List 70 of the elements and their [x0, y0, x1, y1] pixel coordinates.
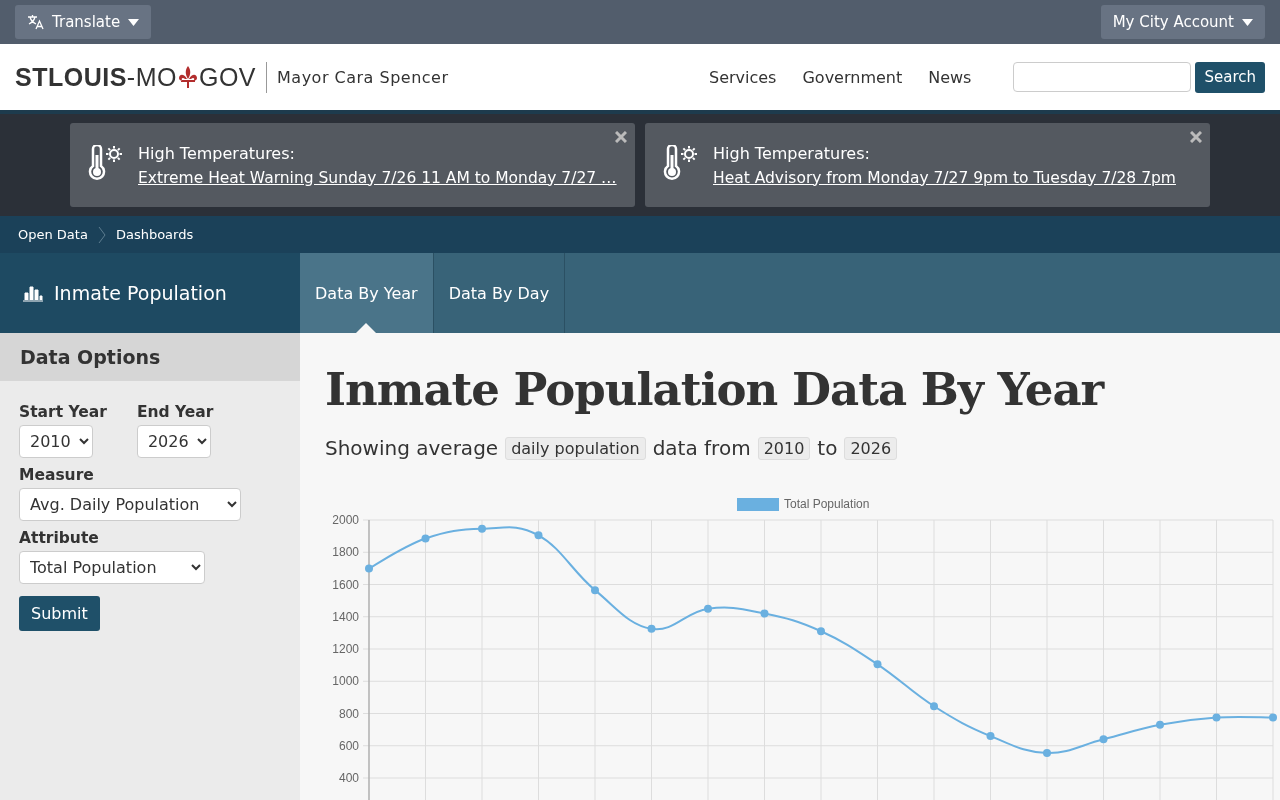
- chevron-icon: [97, 225, 106, 244]
- alert-title: High Temperatures:: [138, 143, 296, 163]
- axis-label: 2000: [332, 513, 359, 527]
- site-logo[interactable]: STLOUIS-MO GOV: [15, 62, 257, 92]
- search-button[interactable]: Search: [1195, 61, 1265, 93]
- data-point: [817, 627, 825, 636]
- data-point: [760, 609, 769, 618]
- data-point: [1099, 735, 1108, 744]
- translate-icon: [27, 14, 44, 30]
- measure-tag: daily population: [505, 436, 646, 460]
- alert-title: High Temperatures:: [713, 143, 871, 163]
- field-label: Start Year: [19, 403, 107, 421]
- field-label: End Year: [136, 403, 214, 421]
- field-label: Attribute: [19, 529, 100, 547]
- close-icon[interactable]: [615, 131, 627, 143]
- end-year-select[interactable]: 2026: [136, 425, 211, 458]
- data-point: [1043, 749, 1051, 757]
- data-point: [591, 586, 599, 595]
- page-heading: Inmate Population Data By Year: [325, 363, 1106, 416]
- close-icon[interactable]: [1190, 131, 1202, 143]
- measure-select[interactable]: Avg. Daily Population: [19, 488, 241, 521]
- legend-label: Total Population: [784, 497, 870, 511]
- bar-chart-icon: [22, 284, 44, 302]
- data-point: [930, 702, 938, 711]
- field-label: Measure: [19, 466, 95, 484]
- dashboard-title: Inmate Population: [54, 282, 227, 304]
- fleur-de-lis-icon: [176, 65, 199, 89]
- data-point: [1269, 713, 1277, 722]
- nav-link[interactable]: News: [928, 67, 972, 87]
- axis-label: 1400: [332, 609, 359, 624]
- data-point: [478, 524, 486, 533]
- data-point: [704, 604, 712, 613]
- data-point: [534, 531, 543, 540]
- attribute-select[interactable]: Total Population: [19, 551, 205, 584]
- breadcrumb-link[interactable]: Dashboards: [115, 227, 194, 242]
- alert-link[interactable]: Heat Advisory from Monday 7/27 9pm to Tuesday 7/28 7pm: [713, 168, 1176, 187]
- data-point: [365, 564, 373, 573]
- breadcrumb-link[interactable]: Open Data: [18, 227, 88, 242]
- year-tag: 2010: [757, 436, 811, 460]
- data-point: [873, 660, 882, 669]
- axis-label: 1200: [332, 642, 359, 656]
- axis-label: 800: [338, 706, 359, 721]
- sidebar-heading: Data Options: [0, 333, 300, 381]
- translate-button[interactable]: Translate: [15, 5, 152, 39]
- axis-label: 1600: [332, 577, 359, 592]
- summary-text: to: [817, 436, 838, 460]
- data-point: [1156, 720, 1164, 729]
- axis-label: 1800: [332, 545, 359, 560]
- axis-label: 1000: [332, 674, 359, 689]
- data-point: [1212, 713, 1221, 722]
- submit-button[interactable]: Submit: [19, 596, 100, 631]
- caret-icon: [1242, 18, 1253, 26]
- nav-link[interactable]: Services: [708, 67, 777, 87]
- search-field[interactable]: [1013, 62, 1192, 92]
- data-point: [986, 732, 995, 741]
- account-button[interactable]: My City Account: [1100, 5, 1265, 39]
- axis-label: 600: [338, 738, 359, 753]
- year-tag: 2026: [844, 436, 898, 460]
- mayor-tagline: Mayor Cara Spencer: [266, 61, 459, 93]
- data-point: [647, 624, 656, 633]
- axis-label: 400: [338, 771, 359, 785]
- start-year-select[interactable]: 2010: [19, 425, 93, 458]
- alert-link[interactable]: Extreme Heat Warning Sunday 7/26 11 AM to Monday 7/27 …: [138, 168, 617, 187]
- tab[interactable]: Data By Year: [300, 253, 434, 333]
- legend-swatch: [737, 498, 779, 511]
- nav-link[interactable]: Government: [802, 67, 903, 87]
- summary-text: Showing average: [325, 436, 499, 460]
- summary-text: data from: [652, 436, 751, 460]
- data-point: [421, 534, 430, 543]
- caret-icon: [128, 18, 140, 26]
